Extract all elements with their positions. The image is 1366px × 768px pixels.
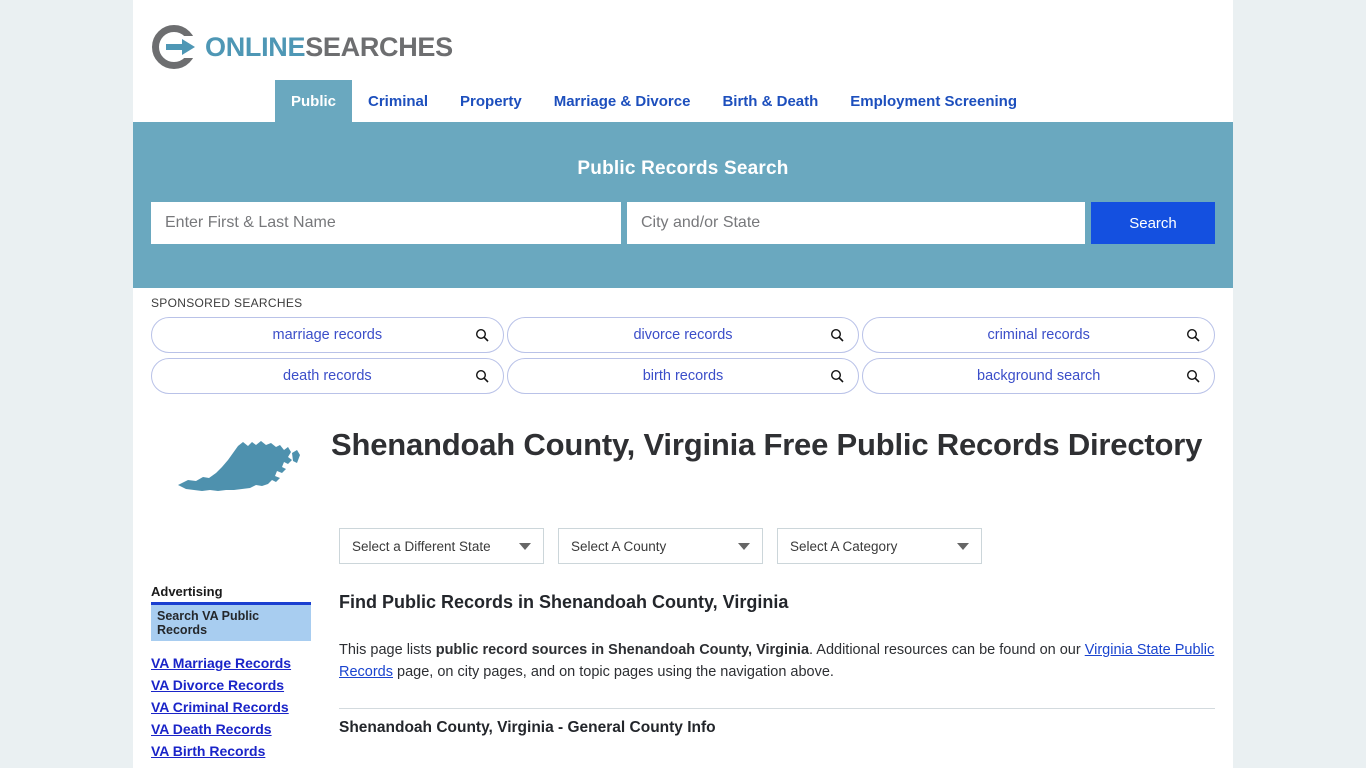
general-county-info-heading: Shenandoah County, Virginia - General Co… [339, 718, 716, 736]
sponsored-pill-label: divorce records [633, 327, 733, 343]
magnifier-icon [1187, 369, 1200, 383]
search-form: Search [151, 202, 1215, 244]
intro-part-3: page, on city pages, and on topic pages … [393, 664, 834, 681]
sidebar-link-va-marriage-records[interactable]: VA Marriage Records [151, 655, 339, 671]
logo-text: ONLINESEARCHES [205, 32, 453, 63]
magnifier-icon [1187, 328, 1200, 342]
intro-part-1: This page lists [339, 642, 436, 658]
sponsored-row-1: marriage records divorce records crimina… [151, 317, 1216, 353]
chevron-down-icon [957, 543, 969, 550]
circle-arrow-icon [152, 25, 198, 69]
tab-property[interactable]: Property [444, 80, 538, 122]
state-select[interactable]: Select a Different State [339, 528, 544, 564]
magnifier-icon [475, 369, 489, 383]
intro-bold-source: public record sources in Shenandoah Coun… [435, 642, 810, 658]
search-button[interactable]: Search [1091, 202, 1215, 244]
magnifier-icon [831, 369, 844, 383]
sponsored-pill-label: birth records [642, 368, 724, 384]
sponsored-pill-label: death records [283, 368, 372, 384]
body-wrapper: Advertising Search VA Public Records VA … [133, 564, 1233, 765]
sidebar-link-va-death-records[interactable]: VA Death Records [151, 721, 339, 737]
magnifier-icon [831, 328, 844, 342]
sponsored-searches: SPONSORED SEARCHES marriage records divo… [133, 288, 1233, 394]
advertising-label: Advertising [151, 584, 223, 599]
sponsored-pill-divorce-records[interactable]: divorce records [506, 317, 860, 353]
category-select-label: Select A Category [790, 538, 898, 554]
search-band-title: Public Records Search [577, 158, 789, 179]
section-divider [339, 707, 1215, 709]
sidebar-link-va-divorce-records[interactable]: VA Divorce Records [151, 677, 339, 693]
sidebar-link-va-birth-records[interactable]: VA Birth Records [151, 743, 339, 759]
site-logo[interactable]: ONLINESEARCHES [133, 0, 1233, 80]
chevron-down-icon [738, 543, 750, 550]
sponsored-pill-death-records[interactable]: death records [151, 358, 504, 394]
find-records-heading: Find Public Records in Shenandoah County… [339, 592, 789, 612]
county-select[interactable]: Select A County [558, 528, 763, 564]
location-search-input[interactable] [627, 202, 1085, 244]
sponsored-pill-label: criminal records [987, 327, 1090, 343]
name-search-input[interactable] [151, 202, 621, 244]
content-container: ONLINESEARCHES Public Criminal Property … [133, 0, 1233, 768]
tab-employment-screening[interactable]: Employment Screening [834, 80, 1033, 122]
intro-part-2: . Additional resources can be found on o… [809, 642, 1085, 658]
category-select[interactable]: Select A Category [777, 528, 982, 564]
public-records-search-band: Public Records Search Search [133, 122, 1233, 288]
sponsored-pill-label: background search [977, 368, 1101, 384]
sponsored-pill-criminal-records[interactable]: criminal records [862, 317, 1216, 353]
main-navigation: Public Criminal Property Marriage & Divo… [133, 80, 1233, 122]
advertising-links: VA Marriage Records VA Divorce Records V… [151, 655, 339, 759]
logo-text-searches: SEARCHES [305, 31, 453, 62]
tab-marriage-divorce[interactable]: Marriage & Divorce [538, 80, 707, 122]
sponsored-pill-label: marriage records [272, 327, 383, 343]
sponsored-pill-background-search[interactable]: background search [862, 358, 1216, 394]
logo-text-online: ONLINE [205, 31, 306, 62]
advertising-sidebar: Advertising Search VA Public Records VA … [151, 564, 339, 765]
page-title-block: Shenandoah County, Virginia Free Public … [133, 399, 1233, 508]
arrow-right-icon [166, 39, 195, 55]
state-select-label: Select a Different State [352, 538, 491, 554]
sponsored-pill-marriage-records[interactable]: marriage records [151, 317, 504, 353]
sidebar-link-va-criminal-records[interactable]: VA Criminal Records [151, 699, 339, 715]
chevron-down-icon [519, 543, 531, 550]
tab-criminal[interactable]: Criminal [352, 80, 444, 122]
intro-paragraph: This page lists public record sources in… [339, 639, 1215, 684]
tab-birth-death[interactable]: Birth & Death [706, 80, 834, 122]
sponsored-searches-label: SPONSORED SEARCHES [151, 296, 303, 310]
sponsored-pill-birth-records[interactable]: birth records [506, 358, 860, 394]
sponsored-row-2: death records birth records background s… [151, 358, 1216, 394]
page-root: ONLINESEARCHES Public Criminal Property … [0, 0, 1366, 768]
page-title: Shenandoah County, Virginia Free Public … [331, 427, 1203, 462]
selector-row: Select a Different State Select A County… [133, 508, 1233, 564]
main-column: Find Public Records in Shenandoah County… [339, 564, 1215, 765]
tab-public[interactable]: Public [275, 80, 353, 122]
virginia-state-map-icon [151, 421, 331, 508]
magnifier-icon [475, 328, 489, 342]
search-va-public-records-box[interactable]: Search VA Public Records [151, 605, 311, 641]
county-select-label: Select A County [571, 538, 667, 554]
